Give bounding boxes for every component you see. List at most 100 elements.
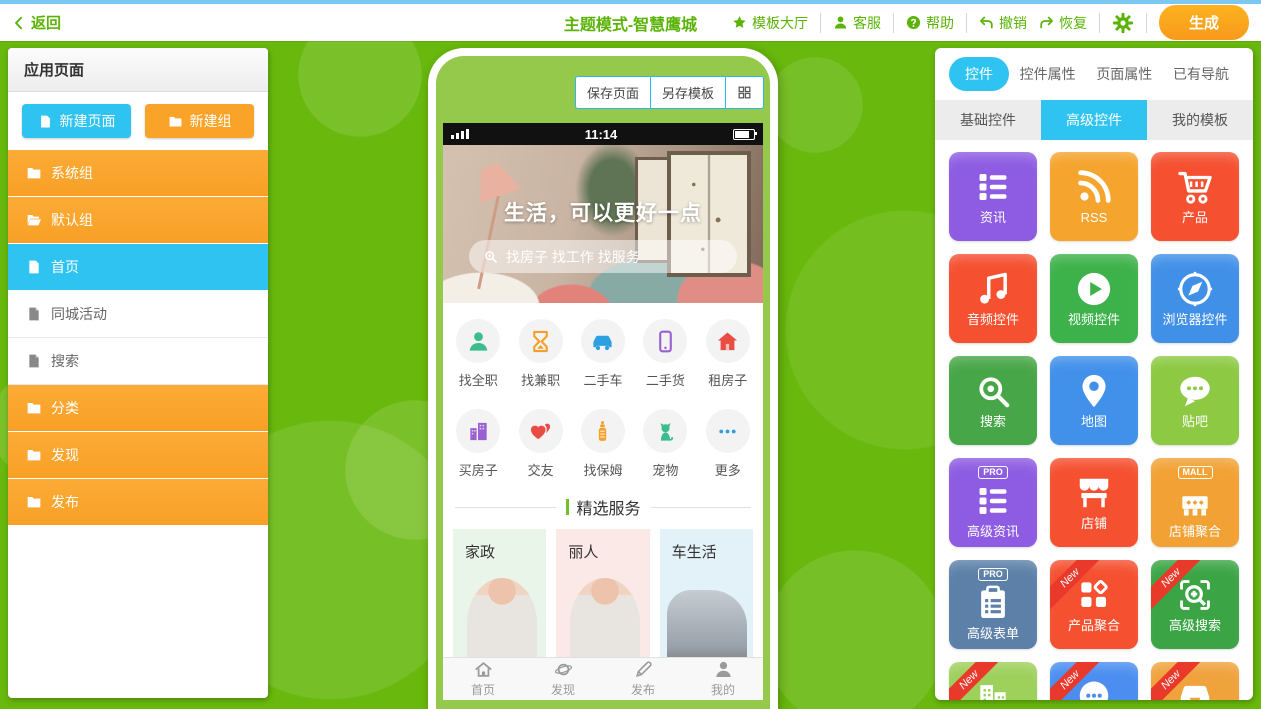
service-card[interactable]: 车生活 [660, 529, 753, 657]
widget-tile[interactable]: 店铺 [1050, 458, 1138, 547]
bottom-nav-item[interactable]: 发现 [523, 658, 603, 700]
bottom-nav-item[interactable]: 我的 [683, 658, 763, 700]
quick-icon-item[interactable]: 二手货 [634, 319, 696, 389]
quick-icon-label: 二手车 [583, 370, 622, 389]
bottom-nav-item[interactable]: 发布 [603, 658, 683, 700]
grid-view-button[interactable] [725, 76, 764, 109]
widget-tile[interactable]: PRO 高级资讯 [949, 458, 1037, 547]
page-list-item[interactable]: 分类 [8, 385, 268, 432]
widget-tile[interactable]: 搜索 [949, 356, 1037, 445]
settings-button[interactable] [1112, 12, 1134, 34]
quick-icon-item[interactable]: 二手车 [572, 319, 634, 389]
undo-icon [979, 15, 994, 30]
widget-tile[interactable]: 贴吧 [1151, 356, 1239, 445]
topbar: 返回 主题模式-智慧鹰城 模板大厅 客服 帮助 撤销 [0, 4, 1261, 41]
widget-tile[interactable]: RSS [1050, 152, 1138, 241]
service-card[interactable]: 家政 [453, 529, 546, 657]
help-button[interactable]: 帮助 [906, 13, 954, 33]
divider [1146, 13, 1147, 33]
bottom-nav-item[interactable]: 首页 [443, 658, 523, 700]
quick-icon-disc [519, 319, 563, 363]
quick-icon-item[interactable]: 更多 [697, 409, 759, 479]
widget-tile[interactable]: 资讯 [949, 152, 1037, 241]
page-list-item[interactable]: 系统组 [8, 150, 268, 197]
quick-icon-item[interactable]: 找全职 [447, 319, 509, 389]
page-item-icon [26, 212, 42, 228]
widget-tile[interactable]: 产品 [1151, 152, 1239, 241]
page-list-item[interactable]: 同城活动 [8, 291, 268, 338]
battery-icon [733, 129, 755, 140]
phone-toolbar-group: 保存页面 另存模板 [575, 76, 764, 109]
widgets-tab[interactable]: 控件 [949, 57, 1009, 91]
widget-tile-label: 产品聚合 [1068, 619, 1120, 633]
page-list-item[interactable]: 搜索 [8, 338, 268, 385]
undo-button[interactable]: 撤销 [979, 13, 1027, 33]
quick-icon-label: 买房子 [459, 460, 498, 479]
back-button[interactable]: 返回 [12, 12, 61, 33]
quick-icon-glyph [529, 420, 552, 443]
quick-icon-disc [581, 319, 625, 363]
quick-icon-label: 租房子 [708, 370, 747, 389]
widgets-tab[interactable]: 已有导航 [1163, 57, 1239, 91]
widget-tile-icon [974, 482, 1012, 520]
widget-tile[interactable]: PRO 高级表单 [949, 560, 1037, 649]
quick-icon-glyph [591, 330, 614, 353]
widget-tile-icon [1176, 482, 1214, 520]
widget-tile[interactable]: New [1050, 662, 1138, 700]
page-list-item[interactable]: 发现 [8, 432, 268, 479]
widget-tile[interactable]: New 产品聚合 [1050, 560, 1138, 649]
quick-icon-item[interactable]: 找兼职 [509, 319, 571, 389]
widget-tile[interactable]: New [949, 662, 1037, 700]
bottom-nav-icon [634, 660, 653, 679]
widget-tile[interactable]: 视频控件 [1050, 254, 1138, 343]
widget-tile-icon [1075, 270, 1113, 308]
redo-button[interactable]: 恢复 [1039, 13, 1087, 33]
widget-tile-icon [1075, 168, 1113, 206]
widget-tile[interactable]: 音频控件 [949, 254, 1037, 343]
save-as-template-button[interactable]: 另存模板 [650, 76, 726, 109]
widget-tile-icon [1176, 576, 1214, 614]
widget-tile-label: 店铺 [1081, 517, 1107, 531]
widget-tile-icon [974, 584, 1012, 622]
widget-tile[interactable]: New 高级搜索 [1151, 560, 1239, 649]
customer-service-button[interactable]: 客服 [833, 13, 881, 33]
quick-icon-disc [456, 409, 500, 453]
widgets-subtab[interactable]: 基础控件 [935, 100, 1041, 140]
folder-icon [168, 114, 183, 129]
customer-service-label: 客服 [853, 13, 881, 33]
page-list-item[interactable]: 首页 [8, 244, 268, 291]
quick-icon-glyph [529, 330, 552, 353]
quick-icon-item[interactable]: 交友 [509, 409, 571, 479]
page-item-label: 同城活动 [51, 304, 107, 324]
save-page-button[interactable]: 保存页面 [575, 76, 651, 109]
person-icon [833, 15, 848, 30]
quick-icon-item[interactable]: 宠物 [634, 409, 696, 479]
app-pages-title: 应用页面 [8, 48, 268, 92]
service-card[interactable]: 丽人 [556, 529, 649, 657]
widgets-tab[interactable]: 控件属性 [1010, 57, 1086, 91]
widget-tile[interactable]: 浏览器控件 [1151, 254, 1239, 343]
tile-badge: PRO [978, 568, 1008, 581]
quick-icon-label: 交友 [528, 460, 554, 479]
quick-icon-glyph [654, 330, 677, 353]
widgets-subtabs: 基础控件高级控件我的模板 [935, 100, 1253, 140]
page-list-item[interactable]: 发布 [8, 479, 268, 526]
quick-icon-glyph [467, 420, 490, 443]
widgets-subtab[interactable]: 我的模板 [1147, 100, 1253, 140]
widget-tile-label: 贴吧 [1182, 415, 1208, 429]
widgets-subtab[interactable]: 高级控件 [1041, 100, 1147, 140]
new-page-button[interactable]: 新建页面 [22, 104, 131, 138]
hero-search-bar[interactable]: 找房子 找工作 找服务 [469, 240, 737, 273]
widget-tile[interactable]: MALL 店铺聚合 [1151, 458, 1239, 547]
quick-icon-item[interactable]: 找保姆 [572, 409, 634, 479]
bottom-nav-label: 首页 [471, 681, 495, 698]
page-list-item[interactable]: 默认组 [8, 197, 268, 244]
widget-tile[interactable]: New [1151, 662, 1239, 700]
quick-icon-item[interactable]: 租房子 [697, 319, 759, 389]
widget-tile[interactable]: 地图 [1050, 356, 1138, 445]
widgets-tab[interactable]: 页面属性 [1086, 57, 1162, 91]
quick-icon-item[interactable]: 买房子 [447, 409, 509, 479]
template-hall-button[interactable]: 模板大厅 [732, 13, 808, 33]
generate-button[interactable]: 生成 [1159, 5, 1249, 40]
new-group-button[interactable]: 新建组 [145, 104, 254, 138]
